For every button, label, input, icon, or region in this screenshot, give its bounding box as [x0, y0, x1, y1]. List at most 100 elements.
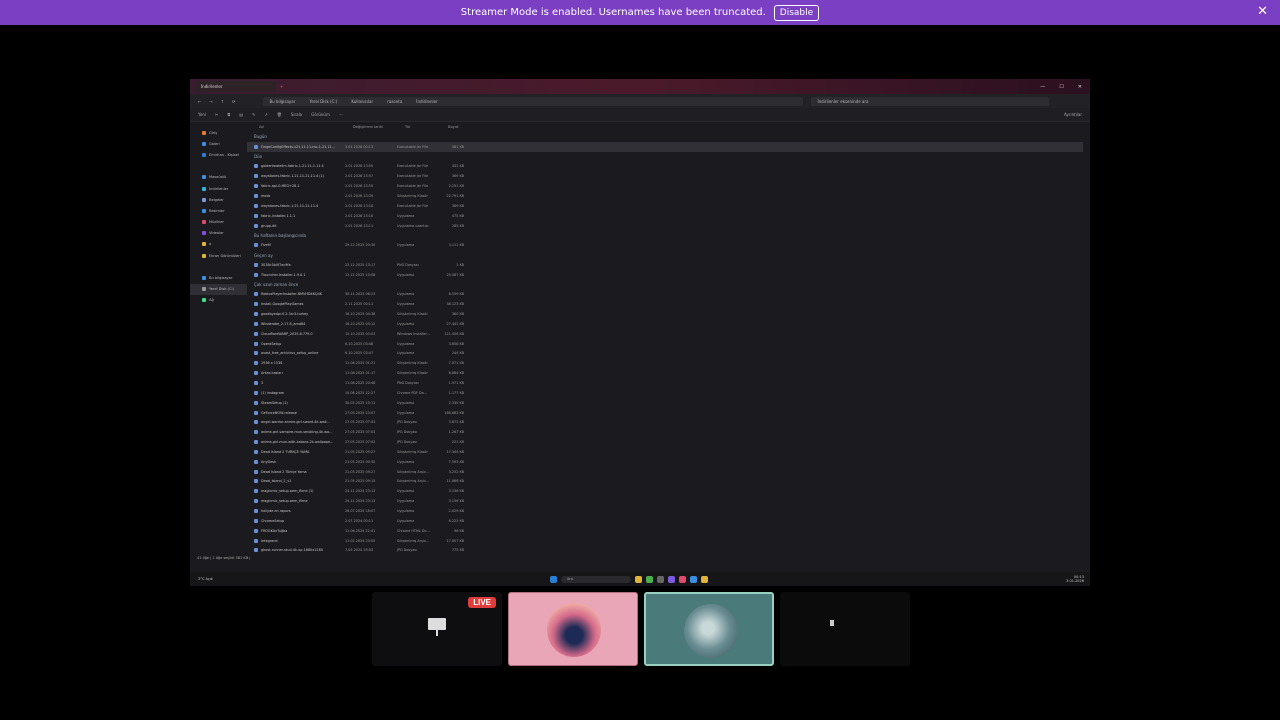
sidebar-item[interactable]: Bu bilgisayar: [190, 272, 247, 283]
file-row[interactable]: OperaSetup 6.10.2025 03:48 Uygulama 3.658 K…: [247, 339, 1090, 349]
column-size[interactable]: Boyut: [448, 125, 472, 129]
new-tab-button[interactable]: +: [280, 84, 283, 89]
sidebar-item[interactable]: a: [190, 239, 247, 250]
breadcrumb-item[interactable]: Yerel Disk (C:): [309, 99, 337, 104]
file-row[interactable]: (1) instagram 10.08.2025 22:27 Chrome PDF …: [247, 388, 1090, 398]
sidebar-item[interactable]: Yerel Disk (C:): [190, 283, 247, 295]
group-header[interactable]: Geçen ay: [247, 250, 1090, 260]
file-row[interactable]: grupp.dit 2.01.2026 23:11 Uygulama uzantıs…: [247, 221, 1090, 231]
group-header[interactable]: Çok uzun zaman önce: [247, 280, 1090, 290]
chrome-app-icon[interactable]: [646, 575, 653, 583]
close-icon[interactable]: ✕: [1257, 4, 1268, 19]
discord-app-icon[interactable]: [668, 575, 675, 583]
file-row[interactable]: AnyDesk 21.05.2025 00:30 Uygulama 7.593 KB: [247, 457, 1090, 467]
app-icon[interactable]: [701, 575, 708, 583]
file-row[interactable]: RobloxPlayerInstaller-NMVHD4KQ4K 30.11.20…: [247, 290, 1090, 300]
app-icon[interactable]: [679, 575, 686, 583]
breadcrumb-item[interactable]: rasonta: [387, 99, 402, 104]
file-row[interactable]: FiveM 29.12.2025 20:30 Uygulama 3.111 KB: [247, 240, 1090, 250]
file-row[interactable]: FROGKAnTuğba 11.06.2024 22:41 Chrome HTML …: [247, 526, 1090, 536]
participant-tile[interactable]: [508, 592, 638, 666]
file-row[interactable]: 3038c3b4f7ec9fa 22.12.2025 13:17 PNG Dosya…: [247, 260, 1090, 270]
share-icon[interactable]: ↗: [264, 112, 267, 117]
sidebar-item[interactable]: Belgeler: [190, 194, 247, 205]
file-row[interactable]: Dead Island 2 Türkçe Yama 21.05.2025 09:2…: [247, 467, 1090, 477]
file-row[interactable]: 3 11.08.2025 20:46 PNG Dosyası 1.971 KB: [247, 378, 1090, 388]
file-row[interactable]: mods 2.01.2026 23:39 Sıkıştırılmış Klasör 2…: [247, 191, 1090, 201]
participant-tile-active[interactable]: [644, 592, 774, 666]
cut-icon[interactable]: ✂: [215, 112, 218, 117]
sidebar-item[interactable]: Giriş: [190, 127, 247, 138]
sidebar-item[interactable]: Ekran Görüntüleri: [190, 250, 247, 261]
file-row[interactable]: fabric-api-0.MEG+26.1 2.01.2026 23:55 Exec…: [247, 181, 1090, 191]
file-row[interactable]: hollyde en rapors 26.07.2024 18:07 Uygulam…: [247, 506, 1090, 516]
start-icon[interactable]: [550, 575, 557, 583]
file-row[interactable]: Arkas kasları 11.08.2025 01:17 Sıkıştırılm…: [247, 368, 1090, 378]
file-row[interactable]: 1936 x 1536 11.08.2025 01:21 Sıkıştırılmış…: [247, 358, 1090, 368]
refresh-icon[interactable]: ⟳: [232, 99, 235, 104]
app-icon[interactable]: [657, 575, 664, 583]
column-name[interactable]: Ad: [259, 125, 353, 129]
paste-icon[interactable]: ▤: [239, 112, 243, 117]
rename-icon[interactable]: ✎: [252, 112, 255, 117]
file-row[interactable]: waystones-fabric-1.21.11-21.11.4 (1) 2.01…: [247, 171, 1090, 181]
view-button[interactable]: Görünüm: [311, 112, 330, 117]
disable-button[interactable]: Disable: [773, 4, 820, 21]
group-header[interactable]: Bugün: [247, 132, 1090, 142]
up-icon[interactable]: ↑: [221, 99, 224, 104]
file-row[interactable]: goldenteatelim-fabric-1.21.11-1.11.4 2.01…: [247, 162, 1090, 172]
taskbar-search[interactable]: Ara: [561, 575, 631, 583]
file-row[interactable]: Tlauncher-Installer-1.9.0.1 12.12.2025 13…: [247, 270, 1090, 280]
delete-icon[interactable]: 🗑: [277, 112, 282, 117]
file-row[interactable]: avast_free_antivirus_setup_online 6.10.20…: [247, 349, 1090, 359]
copy-icon[interactable]: ⧉: [227, 112, 230, 117]
explorer-tab[interactable]: İndirilenler: [196, 81, 276, 92]
new-button[interactable]: Yeni: [198, 112, 206, 117]
file-row[interactable]: SteamSetup (1) 30.05.2025 15:11 Uygulama 2.…: [247, 398, 1090, 408]
sidebar-item[interactable]: Masaüstü: [190, 172, 247, 183]
back-icon[interactable]: ←: [198, 99, 201, 104]
file-row[interactable]: Winderobe_2.17.6_amd64 16.10.2025 03:12 Uy…: [247, 319, 1090, 329]
more-button[interactable]: ···: [339, 112, 343, 117]
breadcrumb-item[interactable]: Bu bilgisayar: [269, 99, 295, 104]
file-row[interactable]: Integrand 11.02.2024 23:05 Sıkıştırılmış A…: [247, 536, 1090, 546]
file-row[interactable]: angel-warrior-anime-girl-sword-4k-wall..…: [247, 417, 1090, 427]
app-icon[interactable]: [690, 575, 697, 583]
minimize-icon[interactable]: —: [1040, 84, 1045, 90]
file-row[interactable]: Dead Island 2 TÜRKÇE YAMA 21.05.2025 09:2…: [247, 447, 1090, 457]
group-header[interactable]: Dün: [247, 152, 1090, 162]
file-row[interactable]: magicmic_setup-oem_filme 24.11.2024 23:13…: [247, 496, 1090, 506]
weather-widget[interactable]: 3°C Açık: [198, 577, 213, 581]
file-row[interactable]: CloudflareWARP_2025.6.779.0 15.10.2025 03…: [247, 329, 1090, 339]
close-window-icon[interactable]: ✕: [1078, 84, 1082, 90]
breadcrumb-item[interactable]: İndirilenler: [416, 99, 437, 104]
maximize-icon[interactable]: ☐: [1059, 84, 1063, 90]
clock[interactable]: 00:13 3.01.2026: [1066, 575, 1084, 584]
breadcrumb-item[interactable]: Kullanıcılar: [351, 99, 373, 104]
file-row[interactable]: ghost-runner-skull-4k-xp-1680x1280 7.05.2…: [247, 545, 1090, 555]
forward-icon[interactable]: →: [209, 99, 212, 104]
sidebar-item[interactable]: Ağ: [190, 295, 247, 306]
explorer-app-icon[interactable]: [635, 575, 642, 583]
file-row[interactable]: GeForceNOW-release 27.05.2025 23:07 Uygula…: [247, 408, 1090, 418]
breadcrumb[interactable]: Bu bilgisayar Yerel Disk (C:) Kullanıcılar…: [263, 96, 804, 106]
sidebar-item[interactable]: Galeri: [190, 138, 247, 149]
file-row[interactable]: fabric-installer-1.1.1 2.01.2026 23:16 Uyg…: [247, 211, 1090, 221]
file-row[interactable]: ForgeConfigEffects-v21.11.11-mc-1.21.11.…: [247, 141, 1083, 152]
file-row[interactable]: anime-girl-mun-with-katana-2k-wallpape..…: [247, 437, 1090, 447]
sidebar-item[interactable]: Emirhan - Kişisel: [190, 149, 247, 160]
file-row[interactable]: Dead_Island_2_v2 21.05.2025 09:15 Sıkıştır…: [247, 477, 1090, 487]
sidebar-item[interactable]: İndirilenler: [190, 183, 247, 194]
search-input[interactable]: İndirilenler ekseninde ara: [811, 96, 1050, 106]
group-header[interactable]: Bu haftanın başlangıcında: [247, 230, 1090, 240]
column-type[interactable]: Tür: [405, 125, 448, 129]
file-row[interactable]: goodbyedpi-0.2.3rc3-turkey 16.10.2025 04:…: [247, 309, 1090, 319]
sort-button[interactable]: Sırala: [291, 112, 302, 117]
sidebar-item[interactable]: Resimler: [190, 205, 247, 216]
file-row[interactable]: ChromeSetup 2.07.2024 00:11 Uygulama 6.223 …: [247, 516, 1090, 526]
file-row[interactable]: waystones-fabric-1.21.11-21.11.4 2.01.202…: [247, 201, 1090, 211]
participant-tile[interactable]: [780, 592, 910, 666]
file-row[interactable]: magicmic_setup-oem_filme (1) 24.11.2024 2…: [247, 486, 1090, 496]
details-button[interactable]: Ayrıntılar: [1064, 112, 1082, 117]
sidebar-item[interactable]: Videolar: [190, 228, 247, 239]
